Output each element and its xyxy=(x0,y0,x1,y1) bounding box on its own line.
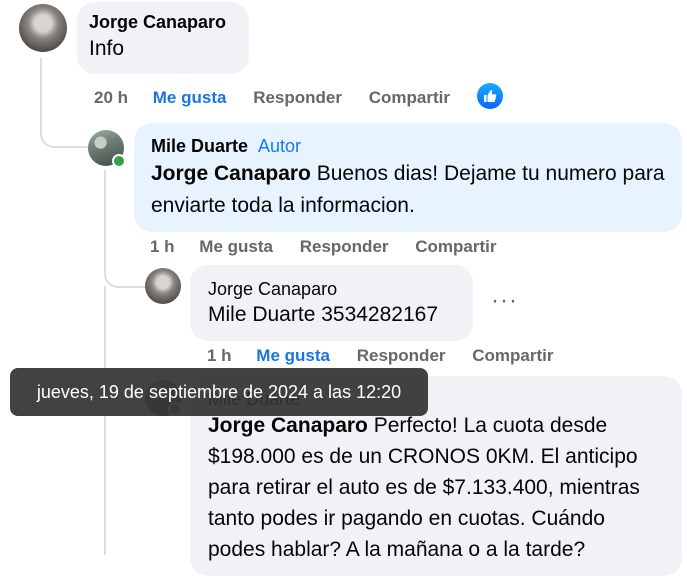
thread-line-main xyxy=(40,58,90,148)
author-badge: Autor xyxy=(258,136,302,156)
share-button[interactable]: Compartir xyxy=(369,88,450,107)
share-button[interactable]: Compartir xyxy=(415,237,496,256)
comment-text: Jorge Canaparo Buenos dias! Dejame tu nu… xyxy=(151,158,665,222)
comment-actions: 1 h Me gusta Responder Compartir xyxy=(207,346,575,366)
comment-actions: 20 h Me gusta Responder Compartir xyxy=(94,88,472,108)
reply-button[interactable]: Responder xyxy=(357,346,446,365)
comment-text: Mile Duarte 3534282167 xyxy=(208,300,455,330)
comment-bubble: Jorge Canaparo Info xyxy=(77,2,249,74)
mention-link[interactable]: Jorge Canaparo xyxy=(208,414,368,437)
mention-link[interactable]: Jorge Canaparo xyxy=(151,162,311,185)
comment-text: Info xyxy=(89,37,125,60)
like-icon xyxy=(484,89,497,102)
like-button[interactable]: Me gusta xyxy=(256,346,330,365)
comment-bubble: Jorge Canaparo Mile Duarte 3534282167 xyxy=(190,265,473,341)
comment-header: Mile Duarte Autor xyxy=(151,134,665,158)
like-button[interactable]: Me gusta xyxy=(199,237,273,256)
comment-time[interactable]: 1 h xyxy=(207,346,232,365)
thread-line-reply-continue xyxy=(104,286,108,555)
share-button[interactable]: Compartir xyxy=(472,346,553,365)
comment-bubble: Mile Duarte Autor Jorge Canaparo Buenos d… xyxy=(134,123,682,232)
mention-link[interactable]: Mile Duarte xyxy=(208,303,315,326)
comment-time[interactable]: 1 h xyxy=(150,237,175,256)
like-reaction-badge[interactable] xyxy=(477,83,503,109)
like-button[interactable]: Me gusta xyxy=(153,88,227,107)
online-status-dot xyxy=(112,154,126,168)
comment-time[interactable]: 20 h xyxy=(94,88,128,107)
comment-author[interactable]: Mile Duarte xyxy=(151,136,248,156)
comment-body: 3534282167 xyxy=(315,303,439,326)
comment-author[interactable]: Jorge Canaparo xyxy=(208,278,455,300)
avatar[interactable] xyxy=(19,4,67,52)
avatar[interactable] xyxy=(145,268,181,304)
comment-text: Jorge Canaparo Perfecto! La cuota desde … xyxy=(208,410,664,565)
comment-actions: 1 h Me gusta Responder Compartir xyxy=(150,237,518,257)
more-options-icon[interactable]: ··· xyxy=(491,289,518,313)
reply-button[interactable]: Responder xyxy=(300,237,389,256)
reply-button[interactable]: Responder xyxy=(253,88,342,107)
comment-author[interactable]: Jorge Canaparo xyxy=(89,10,237,34)
timestamp-tooltip: jueves, 19 de septiembre de 2024 a las 1… xyxy=(10,368,428,416)
